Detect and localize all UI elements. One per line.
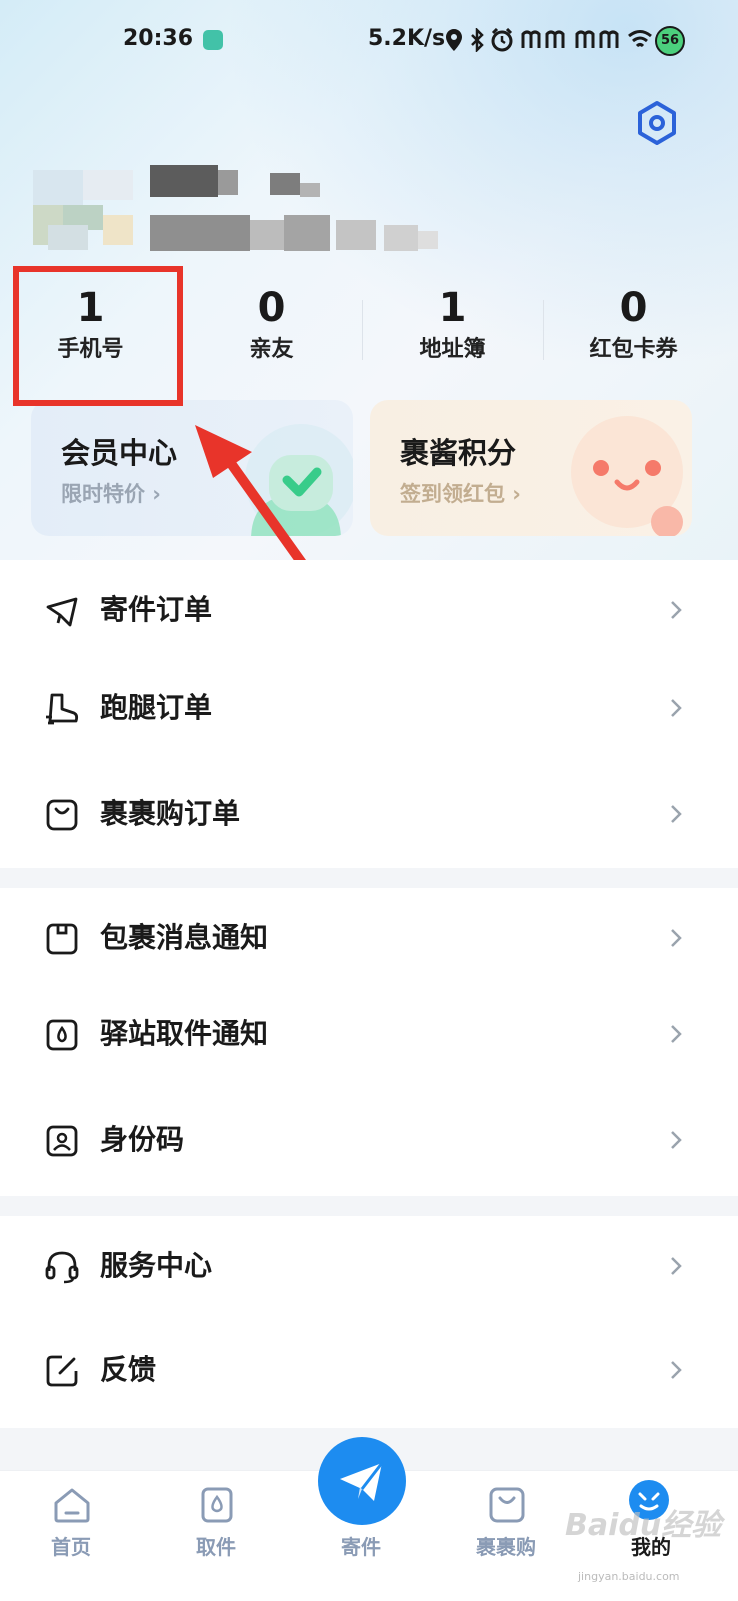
stat-label: 地址簿 [419, 337, 486, 362]
section-divider [0, 868, 738, 888]
tab-label: 裹裹购 [476, 1535, 536, 1559]
send-icon [46, 597, 78, 627]
menu-label: 驿站取件通知 [100, 1017, 269, 1050]
menu-label: 身份码 [100, 1123, 185, 1156]
menu-label: 裹裹购订单 [100, 797, 241, 830]
menu-label: 服务中心 [100, 1249, 213, 1282]
stat-label: 亲友 [249, 337, 294, 362]
card-title: 会员中心 [61, 436, 178, 470]
orders-section: 寄件订单 跑腿订单 裹裹购订单 [0, 560, 738, 870]
stat-value: 0 [257, 285, 286, 331]
station-icon [46, 1019, 78, 1051]
stat-friends[interactable]: 0 亲友 [181, 280, 362, 380]
send-fab-button[interactable] [318, 1437, 406, 1525]
member-center-card[interactable]: 会员中心 限时特价 › [31, 400, 353, 536]
chevron-right-icon [671, 1361, 682, 1379]
hd-signal-icon [521, 30, 565, 48]
alarm-icon [491, 28, 513, 52]
menu-item-send-orders[interactable]: 寄件订单 [0, 560, 738, 660]
menu-label: 包裹消息通知 [100, 921, 269, 954]
location-icon [446, 29, 462, 51]
stat-value: 0 [619, 285, 648, 331]
menu-item-errand-orders[interactable]: 跑腿订单 [0, 658, 738, 758]
pickup-icon [201, 1487, 233, 1523]
tab-pickup[interactable]: 取件 [161, 1471, 271, 1601]
watermark: Baidu经验 [565, 1508, 722, 1543]
wifi-icon [628, 30, 652, 48]
menu-item-shop-orders[interactable]: 裹裹购订单 [0, 764, 738, 864]
package-icon [46, 923, 78, 955]
card-subtitle: 限时特价 › [61, 482, 161, 506]
points-card[interactable]: 裹酱积分 签到领红包 › [370, 400, 692, 536]
edit-icon [46, 1355, 78, 1387]
chevron-right-icon [671, 1257, 682, 1275]
tab-shop[interactable]: 裹裹购 [451, 1471, 561, 1601]
chevron-right-icon [671, 601, 682, 619]
tab-label: 寄件 [341, 1535, 381, 1559]
paper-plane-icon [340, 1462, 384, 1501]
member-badge-icon [245, 424, 353, 536]
status-bar: 20:36 5.2K/s 56 [0, 22, 738, 62]
stat-address-book[interactable]: 1 地址簿 [362, 280, 543, 380]
username-blurred [150, 165, 440, 255]
service-section: 服务中心 反馈 [0, 1216, 738, 1428]
menu-item-station-notifications[interactable]: 驿站取件通知 [0, 984, 738, 1084]
tab-label: 首页 [51, 1535, 91, 1559]
settings-button[interactable] [634, 100, 680, 146]
card-title: 裹酱积分 [400, 436, 517, 470]
headset-icon [45, 1251, 79, 1284]
battery-indicator: 56 [655, 26, 685, 56]
hd-signal-icon [575, 30, 619, 48]
stat-value: 1 [438, 285, 467, 331]
chevron-right-icon [671, 1131, 682, 1149]
card-subtitle: 签到领红包 › [400, 482, 521, 506]
menu-label: 跑腿订单 [100, 691, 213, 724]
stat-label: 红包卡券 [589, 337, 678, 362]
chevron-right-icon [671, 1025, 682, 1043]
avatar[interactable] [33, 165, 133, 253]
notification-app-icon [203, 30, 223, 50]
chevron-right-icon [671, 805, 682, 823]
shopping-bag-icon [489, 1487, 525, 1523]
network-speed: 5.2K/s [368, 26, 446, 51]
menu-label: 寄件订单 [100, 593, 213, 626]
home-icon [54, 1488, 90, 1523]
tab-home[interactable]: 首页 [16, 1471, 126, 1601]
menu-label: 反馈 [100, 1353, 157, 1386]
watermark-url: jingyan.baidu.com [578, 1570, 680, 1583]
stat-coupons[interactable]: 0 红包卡券 [543, 280, 724, 380]
chevron-right-icon [671, 699, 682, 717]
notifications-section: 包裹消息通知 驿站取件通知 身份码 [0, 888, 738, 1196]
chevron-right-icon [671, 929, 682, 947]
status-icons [445, 28, 653, 52]
gear-icon [638, 101, 676, 145]
menu-item-feedback[interactable]: 反馈 [0, 1320, 738, 1420]
status-time: 20:36 [123, 26, 194, 51]
smiley-mascot-icon [571, 416, 683, 536]
menu-item-identity-code[interactable]: 身份码 [0, 1090, 738, 1190]
section-divider [0, 1196, 738, 1216]
highlight-box-annotation [13, 266, 183, 406]
menu-item-package-notifications[interactable]: 包裹消息通知 [0, 888, 738, 988]
menu-item-service-center[interactable]: 服务中心 [0, 1216, 738, 1316]
id-code-icon [46, 1125, 78, 1157]
shoe-icon [46, 693, 79, 725]
bluetooth-icon [471, 28, 484, 52]
shopping-bag-icon [46, 799, 78, 831]
tab-label: 取件 [196, 1535, 236, 1559]
